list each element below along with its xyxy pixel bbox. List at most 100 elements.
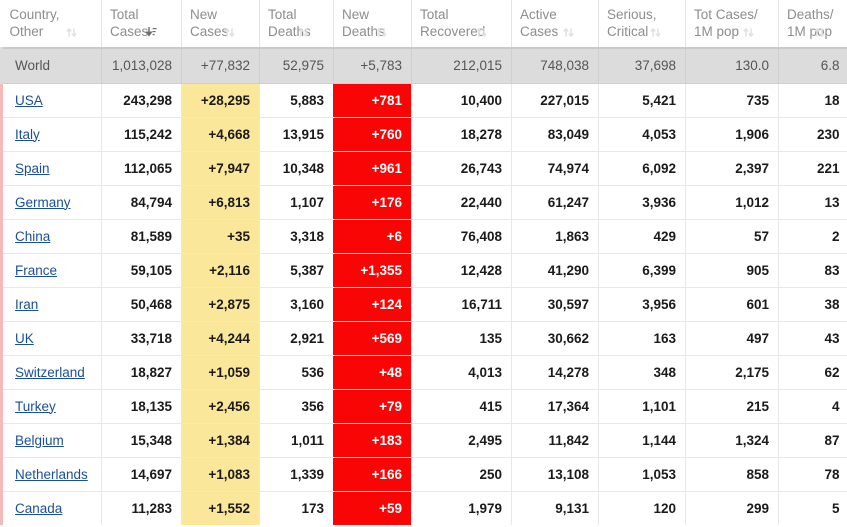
cell-total_cases: 18,827 (101, 355, 182, 390)
cell-tot_cases_per_1m: 299 (685, 491, 779, 525)
cell-total_cases: 59,105 (101, 253, 182, 288)
cell-total_recovered: 76,408 (411, 219, 512, 254)
cell-total_cases: 1,013,028 (101, 48, 182, 84)
sort-toggle-icon[interactable] (66, 26, 77, 39)
country-link[interactable]: Turkey (12, 399, 56, 414)
column-header-total_deaths[interactable]: Total Deaths (259, 0, 334, 49)
cell-tot_cases_per_1m: 858 (685, 457, 779, 492)
country-link[interactable]: Spain (12, 161, 50, 176)
column-header-line2-text: Cases (190, 24, 229, 39)
country-name-cell: World (0, 48, 102, 84)
sort-toggle-icon[interactable] (743, 26, 754, 39)
column-header-line2: Other (10, 23, 78, 40)
column-header-new_cases[interactable]: New Cases (181, 0, 260, 49)
cell-active_cases: 74,974 (511, 151, 599, 186)
cell-new_deaths: +569 (333, 321, 412, 356)
cell-deaths_per_1m: 18 (778, 83, 847, 118)
cell-tot_cases_per_1m: 215 (685, 389, 779, 424)
cell-deaths_per_1m: 5 (778, 491, 847, 525)
sort-toggle-icon[interactable] (298, 26, 309, 39)
cell-serious_critical: 120 (598, 491, 686, 525)
cell-deaths_per_1m: 4 (778, 389, 847, 424)
cell-total_deaths: 5,387 (259, 253, 334, 288)
table-row: Spain 112,065 +7,947 10,348 +961 26,743 74,974… (0, 151, 847, 186)
cell-active_cases: 41,290 (511, 253, 599, 288)
cell-deaths_per_1m: 221 (778, 151, 847, 186)
cell-serious_critical: 4,053 (598, 117, 686, 152)
cell-serious_critical: 6,092 (598, 151, 686, 186)
column-header-tot_cases_per_1m[interactable]: Tot Cases/1M pop (685, 0, 779, 49)
column-header-line2-text: Critical (607, 24, 649, 39)
column-header-line2: Critical (607, 23, 661, 40)
country-link[interactable]: UK (12, 331, 34, 346)
cell-new_deaths: +760 (333, 117, 412, 152)
column-header-total_recovered[interactable]: Total Recovered (411, 0, 512, 49)
country-link[interactable]: Netherlands (12, 467, 88, 482)
country-name-cell: Italy (0, 117, 102, 152)
cell-deaths_per_1m: 13 (778, 185, 847, 220)
cell-new_deaths: +48 (333, 355, 412, 390)
country-name-cell: Belgium (0, 423, 102, 458)
cell-total_cases: 84,794 (101, 185, 182, 220)
sort-descending-icon[interactable] (146, 26, 157, 39)
sort-toggle-icon[interactable] (563, 26, 574, 39)
cell-total_cases: 243,298 (101, 83, 182, 118)
column-header-line2-text: Cases (110, 24, 149, 39)
cell-tot_cases_per_1m: 57 (685, 219, 779, 254)
country-name-cell: China (0, 219, 102, 254)
sort-toggle-icon[interactable] (650, 26, 661, 39)
country-link[interactable]: Canada (12, 501, 62, 516)
cell-new_cases: +1,552 (181, 491, 260, 525)
cell-serious_critical: 1,101 (598, 389, 686, 424)
cell-tot_cases_per_1m: 2,175 (685, 355, 779, 390)
column-header-total_cases[interactable]: Total Cases (101, 0, 182, 49)
column-header-line1: Tot Cases/ (694, 7, 758, 22)
cell-total_deaths: 536 (259, 355, 334, 390)
cell-total_deaths: 356 (259, 389, 334, 424)
cell-active_cases: 227,015 (511, 83, 599, 118)
country-link[interactable]: Germany (12, 195, 71, 210)
column-header-serious_critical[interactable]: Serious, Critical (598, 0, 686, 49)
column-header-active_cases[interactable]: Active Cases (511, 0, 599, 49)
cell-active_cases: 83,049 (511, 117, 599, 152)
country-link[interactable]: Iran (12, 297, 38, 312)
country-name-cell: France (0, 253, 102, 288)
cell-new_deaths: +183 (333, 423, 412, 458)
covid-stats-table-viewport: Country, Other Total Cases New Cases Total Deat… (0, 0, 847, 527)
table-header: Country, Other Total Cases New Cases Total Deat… (1, 0, 847, 49)
cell-total_recovered: 18,278 (411, 117, 512, 152)
sort-toggle-icon[interactable] (376, 26, 387, 39)
cell-total_recovered: 1,979 (411, 491, 512, 525)
column-header-deaths_per_1m[interactable]: Deaths/1M pop (778, 0, 847, 49)
cell-new_deaths: +1,355 (333, 253, 412, 288)
column-header-line1: Total (110, 7, 139, 22)
country-link[interactable]: France (12, 263, 57, 278)
cell-new_cases: +2,875 (181, 287, 260, 322)
cell-new_deaths: +961 (333, 151, 412, 186)
column-header-line2-text: 1M pop (694, 24, 740, 39)
column-header-country[interactable]: Country, Other (1, 0, 102, 49)
cell-serious_critical: 3,936 (598, 185, 686, 220)
column-header-line2: Cases (110, 23, 157, 40)
country-link[interactable]: Italy (12, 127, 40, 142)
country-link[interactable]: China (12, 229, 50, 244)
country-link[interactable]: USA (12, 93, 43, 108)
column-header-line1: Serious, (607, 7, 657, 22)
column-header-new_deaths[interactable]: New Deaths (333, 0, 412, 49)
cell-new_cases: +4,668 (181, 117, 260, 152)
cell-serious_critical: 3,956 (598, 287, 686, 322)
cell-active_cases: 30,597 (511, 287, 599, 322)
sort-toggle-icon[interactable] (476, 26, 487, 39)
country-link[interactable]: Belgium (12, 433, 64, 448)
cell-total_cases: 115,242 (101, 117, 182, 152)
cell-new_cases: +77,832 (181, 48, 260, 84)
sort-toggle-icon[interactable] (224, 26, 235, 39)
country-name-cell: USA (0, 83, 102, 118)
cell-total_deaths: 1,339 (259, 457, 334, 492)
cell-serious_critical: 348 (598, 355, 686, 390)
cell-total_recovered: 415 (411, 389, 512, 424)
column-header-line2: Recovered (420, 23, 487, 40)
sort-toggle-icon[interactable] (813, 26, 825, 39)
cell-new_deaths: +6 (333, 219, 412, 254)
country-link[interactable]: Switzerland (12, 365, 85, 380)
